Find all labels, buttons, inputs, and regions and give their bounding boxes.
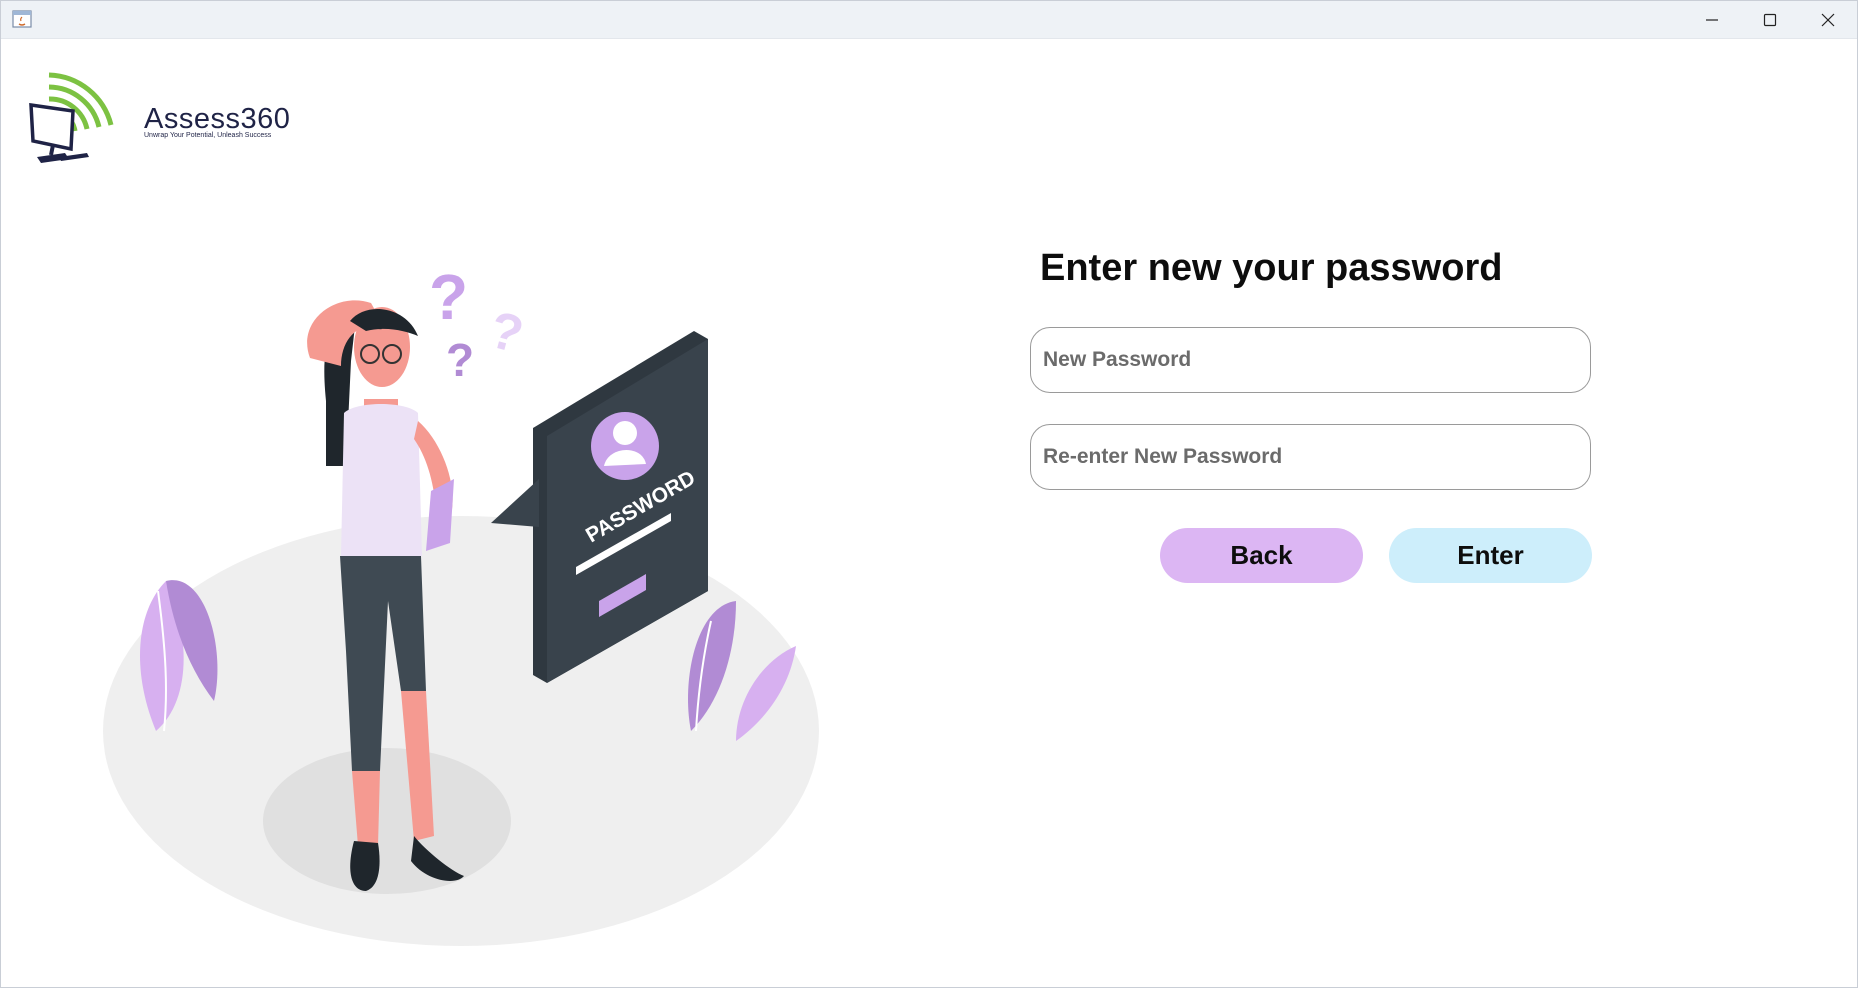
minimize-icon bbox=[1706, 18, 1718, 21]
close-icon bbox=[1821, 13, 1835, 26]
back-button[interactable]: Back bbox=[1160, 528, 1363, 583]
minimize-button[interactable] bbox=[1683, 1, 1741, 38]
assess360-logo: Assess360 Unwrap Your Potential, Unleash… bbox=[29, 69, 290, 165]
svg-text:?: ? bbox=[446, 334, 474, 386]
question-marks: ? ? ? bbox=[429, 261, 529, 386]
app-window: Assess360 Unwrap Your Potential, Unleash… bbox=[0, 0, 1858, 988]
password-illustration: PASSWORD ? ? ? bbox=[103, 261, 819, 946]
java-app-icon bbox=[12, 10, 32, 28]
maximize-button[interactable] bbox=[1741, 1, 1799, 38]
reenter-password-input[interactable] bbox=[1030, 424, 1591, 490]
new-password-input[interactable] bbox=[1030, 327, 1591, 393]
logo-signal-monitor-icon bbox=[29, 72, 114, 163]
close-button[interactable] bbox=[1799, 1, 1857, 38]
svg-text:?: ? bbox=[429, 261, 468, 333]
enter-button[interactable]: Enter bbox=[1389, 528, 1592, 583]
page-heading: Enter new your password bbox=[1040, 247, 1503, 289]
svg-text:?: ? bbox=[483, 301, 529, 365]
logo-tagline: Unwrap Your Potential, Unleash Success bbox=[144, 132, 272, 139]
maximize-icon bbox=[1763, 13, 1777, 26]
title-bar bbox=[1, 1, 1857, 39]
